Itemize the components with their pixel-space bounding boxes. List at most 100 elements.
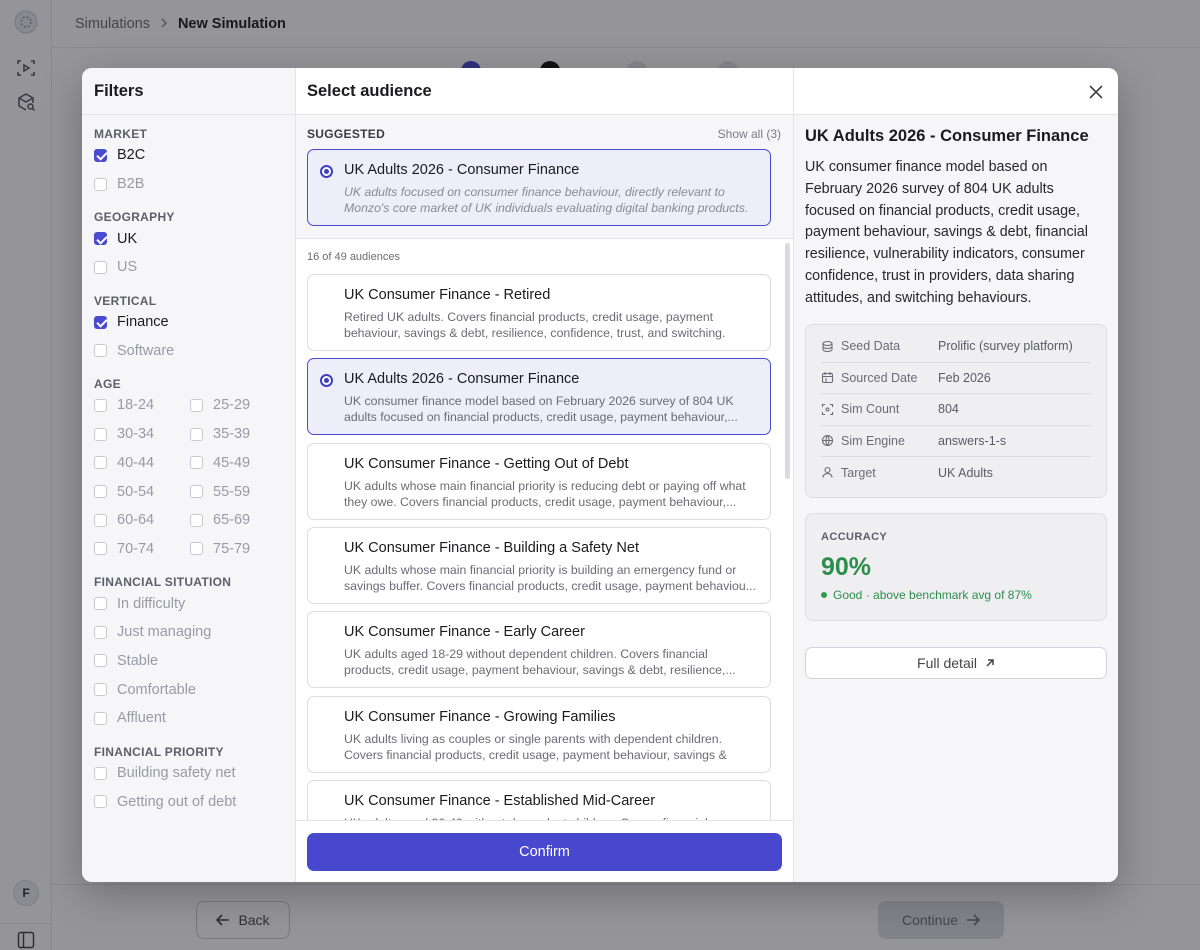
filter-option-label: UK: [117, 230, 138, 247]
filter-option[interactable]: 45-49: [190, 449, 286, 478]
checkbox[interactable]: [94, 260, 107, 274]
checkbox[interactable]: [94, 148, 107, 162]
details-content: UK Adults 2026 - Consumer Finance UK con…: [794, 115, 1118, 882]
filter-option[interactable]: US: [94, 253, 295, 282]
audience-card[interactable]: UK Adults 2026 - Consumer Finance UK cons…: [307, 358, 771, 436]
checkbox[interactable]: [94, 232, 107, 246]
suggested-section: SUGGESTED Show all (3) UK Adults 2026 - …: [296, 115, 793, 239]
filter-option-label: 25-29: [213, 397, 251, 414]
accuracy-value: 90%: [821, 553, 872, 581]
metadata-row: Seed Data Prolific (survey platform): [821, 331, 1091, 363]
filter-option[interactable]: 65-69: [190, 506, 286, 535]
checkbox[interactable]: [94, 513, 107, 527]
checkbox[interactable]: [190, 456, 203, 470]
full-detail-button[interactable]: Full detail: [805, 647, 1107, 679]
audience-card[interactable]: UK Consumer Finance - Retired Retired UK …: [307, 274, 771, 351]
metadata-key: Sourced Date: [821, 371, 938, 385]
filter-option[interactable]: Finance: [94, 308, 295, 337]
filter-option[interactable]: Comfortable: [94, 675, 295, 704]
suggested-audience-card[interactable]: UK Adults 2026 - Consumer Finance UK adu…: [307, 149, 771, 226]
filter-options: Building safety net Getting out of debt: [94, 759, 295, 816]
checkbox[interactable]: [190, 542, 203, 556]
filter-option[interactable]: UK: [94, 224, 295, 253]
audience-card[interactable]: UK Consumer Finance - Building a Safety …: [307, 526, 771, 604]
audience-card[interactable]: UK Consumer Finance - Early Career UK adu…: [307, 611, 771, 689]
filter-option-label: 75-79: [213, 540, 251, 557]
show-all-link[interactable]: Show all (3): [718, 127, 781, 141]
details-description: UK consumer finance model based on Febru…: [805, 159, 1088, 306]
metadata-key-label: Target: [841, 465, 876, 480]
filter-option[interactable]: B2B: [94, 170, 295, 199]
metadata-value: answers-1-s: [938, 433, 1007, 448]
filter-option[interactable]: Stable: [94, 647, 295, 676]
filter-option[interactable]: 18-24: [94, 391, 190, 420]
filter-option[interactable]: 50-54: [94, 477, 190, 506]
checkbox[interactable]: [94, 711, 107, 725]
filter-option-label: 50-54: [117, 483, 155, 500]
metadata-key: Sim Count: [821, 402, 938, 416]
filter-option[interactable]: Affluent: [94, 704, 295, 733]
audience-card[interactable]: UK Consumer Finance - Growing Families UK…: [307, 695, 771, 773]
checkbox[interactable]: [94, 683, 107, 697]
checkbox[interactable]: [94, 315, 107, 329]
filter-section-heading: AGE: [94, 377, 121, 392]
filter-section-heading: GEOGRAPHY: [94, 210, 175, 225]
filter-option[interactable]: Building safety net: [94, 759, 295, 788]
filters-title: Filters: [82, 68, 295, 115]
filter-option-label: Finance: [117, 314, 169, 331]
filter-option-label: B2C: [117, 147, 146, 164]
database-icon: [822, 340, 833, 352]
filter-option-label: 70-74: [117, 540, 155, 557]
audience-panel-title: Select audience: [296, 68, 793, 115]
checkbox[interactable]: [94, 766, 107, 780]
audience-card-desc: UK adults aged 18-29 without dependent c…: [344, 647, 736, 678]
checkbox[interactable]: [94, 542, 107, 556]
radio-selected-icon[interactable]: [320, 374, 333, 388]
filter-option[interactable]: 35-39: [190, 420, 286, 449]
scrollbar[interactable]: [785, 243, 790, 479]
filter-option[interactable]: B2C: [94, 141, 295, 170]
checkbox[interactable]: [190, 427, 203, 441]
scan-icon: [821, 403, 834, 415]
audience-list[interactable]: 16 of 49 audiences UK Consumer Finance -…: [296, 239, 793, 820]
filter-option[interactable]: 70-74: [94, 535, 190, 564]
radio-selected-icon[interactable]: [320, 165, 333, 178]
filter-option[interactable]: 55-59: [190, 477, 286, 506]
audience-card[interactable]: UK Consumer Finance - Getting Out of Deb…: [307, 442, 771, 520]
checkbox[interactable]: [94, 177, 107, 191]
checkbox[interactable]: [94, 795, 107, 809]
checkbox[interactable]: [94, 427, 107, 441]
filter-option-label: US: [117, 259, 138, 276]
checkbox[interactable]: [190, 485, 203, 499]
filter-option[interactable]: Just managing: [94, 618, 295, 647]
filter-option[interactable]: Getting out of debt: [94, 787, 295, 816]
audience-card-title: UK Consumer Finance - Growing Families: [344, 708, 616, 725]
audience-card-desc: UK adults living as couples or single pa…: [344, 731, 727, 762]
checkbox[interactable]: [94, 597, 107, 611]
filter-option[interactable]: 40-44: [94, 449, 190, 478]
checkbox[interactable]: [94, 398, 107, 412]
close-icon[interactable]: [1084, 80, 1108, 104]
confirm-button[interactable]: Confirm: [307, 833, 782, 871]
filter-section-heading: MARKET: [94, 127, 148, 141]
filter-option-label: In difficulty: [117, 595, 186, 612]
filter-option[interactable]: 75-79: [190, 535, 286, 564]
filter-option[interactable]: 25-29: [190, 391, 286, 420]
filter-section-heading: FINANCIAL PRIORITY: [94, 744, 224, 759]
checkbox[interactable]: [190, 513, 203, 527]
checkbox[interactable]: [94, 625, 107, 639]
checkbox[interactable]: [94, 456, 107, 470]
checkbox[interactable]: [94, 485, 107, 499]
metadata-key-label: Sourced Date: [841, 370, 918, 385]
checkbox[interactable]: [190, 398, 203, 412]
status-dot-icon: [821, 592, 827, 598]
globe-icon: [821, 435, 834, 447]
filter-option[interactable]: 60-64: [94, 506, 190, 535]
audience-card[interactable]: UK Consumer Finance - Established Mid-Ca…: [307, 779, 771, 820]
filter-option[interactable]: In difficulty: [94, 589, 295, 618]
filter-option[interactable]: 30-34: [94, 420, 190, 449]
checkbox[interactable]: [94, 654, 107, 668]
checkbox[interactable]: [94, 344, 107, 358]
filter-option[interactable]: Software: [94, 336, 295, 365]
details-title: UK Adults 2026 - Consumer Finance: [805, 127, 1089, 145]
